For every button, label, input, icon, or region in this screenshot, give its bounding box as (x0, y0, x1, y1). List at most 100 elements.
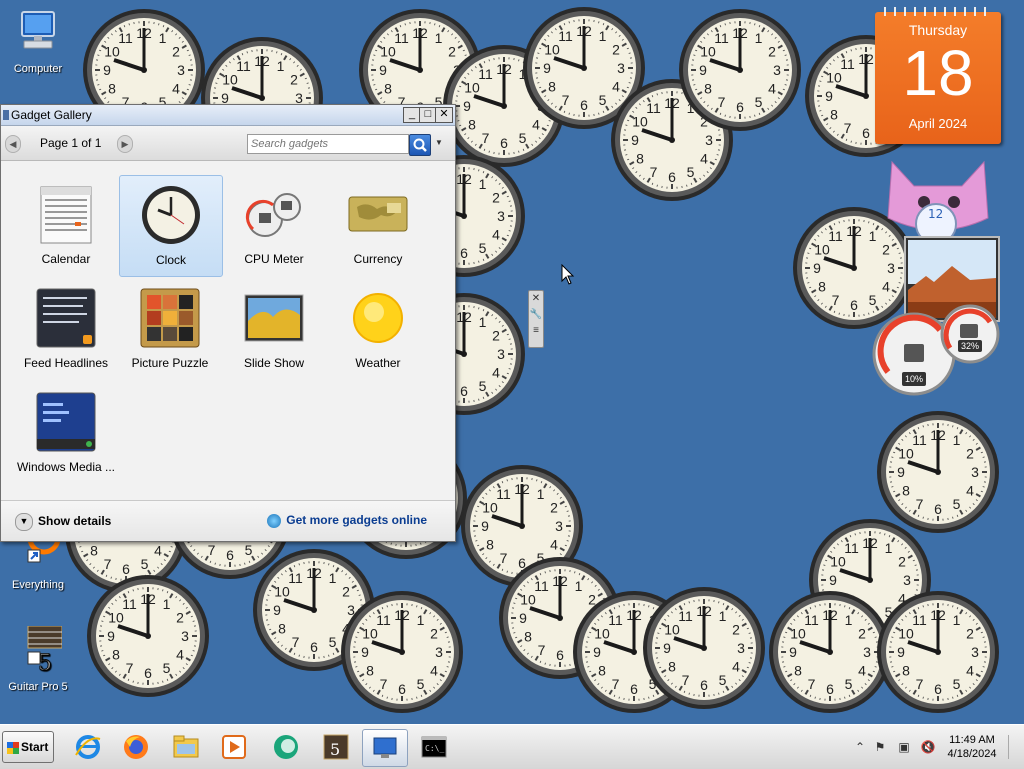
svg-text:5: 5 (519, 130, 527, 146)
clock-face-icon: 121234567891011 (340, 590, 464, 714)
close-button[interactable]: ✕ (435, 107, 453, 123)
gadget-tile-currency[interactable]: Currency (327, 175, 429, 275)
clock-gadget[interactable]: 121234567891011 (876, 410, 1000, 534)
gadget-tile-calendar[interactable]: Calendar (15, 175, 117, 275)
gadget-gallery-window[interactable]: Gadget Gallery _ □ ✕ ◀ Page 1 of 1 ▶ ▼ (0, 104, 456, 542)
search-button[interactable] (409, 134, 431, 156)
svg-text:3: 3 (497, 208, 505, 224)
svg-text:3: 3 (555, 518, 563, 534)
svg-text:11: 11 (394, 30, 409, 46)
desktop-icon-label: Everything (12, 579, 64, 591)
svg-text:7: 7 (808, 676, 816, 692)
clock-gadget[interactable]: 121234567891011 (340, 590, 464, 714)
svg-text:8: 8 (902, 483, 910, 499)
gadget-close-icon[interactable]: ✕ (529, 291, 543, 307)
calendar-gadget-icon (35, 183, 97, 245)
gallery-titlebar[interactable]: Gadget Gallery _ □ ✕ (1, 105, 455, 126)
clock-gadget[interactable]: 121234567891011 (678, 8, 802, 132)
gadget-tile-windows-media[interactable]: Windows Media ... (15, 383, 117, 483)
taskbar-remote-desktop[interactable] (362, 729, 408, 767)
svg-text:7: 7 (482, 130, 490, 146)
chevron-down-icon: ▼ (15, 513, 33, 531)
clock-gadget[interactable]: 121234567891011 (86, 574, 210, 698)
calendar-gadget[interactable]: Thursday 18 April 2024 (875, 4, 1001, 144)
search-options-chevron-down-icon[interactable]: ▼ (435, 138, 443, 147)
svg-text:4: 4 (492, 227, 500, 243)
picture-puzzle-gadget[interactable]: 12 (884, 158, 992, 242)
gadget-drag-handle[interactable]: ≡ (529, 323, 543, 339)
svg-text:2: 2 (732, 622, 740, 638)
svg-text:5: 5 (417, 676, 425, 692)
svg-text:9: 9 (361, 644, 369, 660)
svg-text:6: 6 (226, 547, 234, 563)
taskbar-command-prompt[interactable]: C:\_ (412, 729, 456, 765)
gadget-tile-weather[interactable]: Weather (327, 279, 429, 379)
svg-text:6: 6 (580, 97, 588, 113)
svg-text:9: 9 (463, 98, 471, 114)
gadget-tile-label: Currency (327, 252, 429, 266)
show-hidden-icons-chevron-up-icon[interactable]: ⌃ (852, 739, 868, 755)
gadget-toolbar[interactable]: ✕ 🔧 ≡ (528, 290, 544, 348)
taskbar-firefox[interactable] (114, 729, 158, 765)
cpu-meter-gadget[interactable] (872, 300, 1002, 396)
clock-gadget[interactable]: 121234567891011 (876, 590, 1000, 714)
svg-text:2: 2 (172, 44, 180, 60)
slide-show-gadget-icon (243, 287, 305, 349)
svg-text:11: 11 (840, 56, 855, 72)
svg-text:6: 6 (398, 681, 406, 697)
tray-clock[interactable]: 11:49 AM 4/18/2024 (942, 733, 1002, 761)
cpu-usage-readout: 10% (902, 372, 926, 386)
start-button[interactable]: Start (2, 731, 54, 763)
svg-text:2: 2 (550, 500, 558, 516)
calendar-date: 18 (875, 38, 1001, 108)
gadget-tile-clock[interactable]: Clock (119, 175, 223, 277)
clock-gadget[interactable]: 121234567891011 (768, 590, 892, 714)
gadget-tile-feed-headlines[interactable]: Feed Headlines (15, 279, 117, 379)
taskbar-media-player[interactable] (212, 729, 256, 765)
svg-text:4: 4 (492, 365, 500, 381)
svg-text:6: 6 (934, 681, 942, 697)
next-page-button[interactable]: ▶ (117, 135, 133, 153)
gadget-tile-label: Windows Media ... (15, 460, 117, 474)
taskbar-explorer[interactable] (164, 729, 208, 765)
svg-text:4: 4 (154, 543, 162, 559)
desktop-icon-guitar-pro-5[interactable]: 5 Guitar Pro 5 (0, 626, 76, 693)
get-more-gadgets-link[interactable]: Get more gadgets online (267, 513, 427, 528)
network-icon[interactable]: ▣ (896, 739, 912, 755)
tray-time: 11:49 AM (942, 733, 1002, 747)
calendar-month-year: April 2024 (875, 116, 1001, 131)
gadget-tile-slide-show[interactable]: Slide Show (223, 279, 325, 379)
gadget-options-wrench-icon[interactable]: 🔧 (529, 307, 543, 323)
previous-page-button[interactable]: ◀ (5, 135, 21, 153)
action-center-flag-icon[interactable]: ⚑ (872, 739, 888, 755)
clock-gadget[interactable]: 121234567891011 (642, 586, 766, 710)
gallery-window-icon (2, 108, 10, 122)
desktop-icon-computer[interactable]: Computer (0, 8, 76, 75)
svg-text:8: 8 (524, 629, 532, 645)
svg-text:1: 1 (479, 314, 487, 330)
svg-text:6: 6 (310, 639, 318, 655)
gadget-tile-cpu-meter[interactable]: CPU Meter (223, 175, 325, 275)
svg-text:8: 8 (486, 537, 494, 553)
clock-gadget-icon (140, 184, 202, 246)
svg-text:8: 8 (636, 151, 644, 167)
weather-sun-icon (347, 287, 409, 349)
gadget-tile-picture-puzzle[interactable]: Picture Puzzle (119, 279, 221, 379)
svg-text:5: 5 (330, 740, 340, 759)
taskbar-guitar-pro[interactable]: 5 (314, 729, 358, 765)
svg-text:7: 7 (916, 676, 924, 692)
globe-icon (267, 514, 281, 528)
svg-text:7: 7 (718, 94, 726, 110)
svg-text:11: 11 (118, 30, 133, 46)
taskbar-internet-explorer[interactable] (66, 729, 110, 765)
svg-text:11: 11 (646, 100, 661, 116)
svg-text:6: 6 (862, 125, 870, 141)
clock-face-icon: 121234567891011 (642, 586, 766, 710)
search-gadgets-input[interactable] (247, 134, 409, 154)
taskbar-chat-app[interactable] (264, 729, 308, 765)
show-details-button[interactable]: ▼Show details (15, 513, 111, 531)
show-desktop-button[interactable] (1008, 735, 1023, 759)
feed-headlines-gadget-icon (35, 287, 97, 349)
svg-text:3: 3 (705, 132, 713, 148)
volume-muted-icon[interactable]: 🔇 (920, 739, 936, 755)
